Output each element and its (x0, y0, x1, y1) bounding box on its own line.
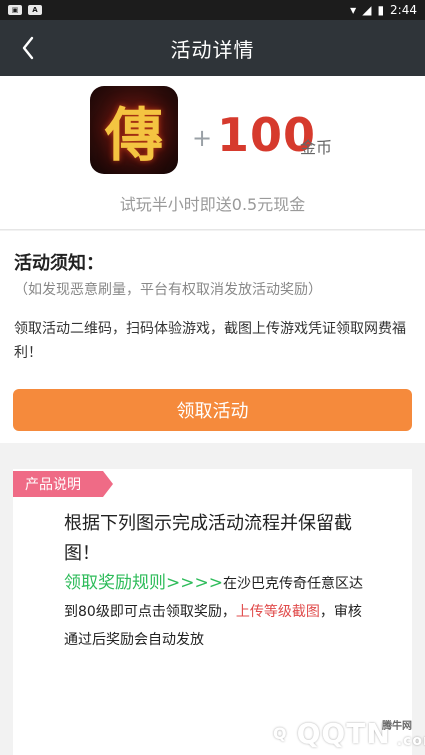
notice-title: 活动须知： (14, 253, 104, 274)
product-paragraph-1: 根据下列图示完成活动流程并保留截图！ (64, 513, 352, 564)
upload-level-screenshot-link[interactable]: 上传等级截图 (236, 604, 320, 620)
status-a-icon: A (28, 5, 42, 15)
battery-icon: ▮ (377, 3, 385, 17)
status-left: ▣ A (8, 5, 42, 15)
status-app-icon: ▣ (8, 5, 22, 15)
wifi-icon: ▾ (350, 3, 357, 17)
chevron-left-icon (22, 36, 34, 60)
watermark-domain: .com (396, 733, 425, 749)
reward-rules-link[interactable]: 领取奖励规则>>>> (64, 573, 223, 593)
watermark-logo-icon: Q (270, 717, 291, 750)
product-paragraph-2: 领取奖励规则>>>>在沙巴克传奇任意区达到80级即可点击领取奖励，上传等级截图，… (64, 569, 374, 654)
notice-description: 领取活动二维码，扫码体验游戏，截图上传游戏凭证领取网费福利！ (14, 321, 406, 361)
page-title: 活动详情 (170, 37, 255, 62)
reward-panel: 傳 + 100 金币 试玩半小时即送0.5元现金 (0, 76, 425, 230)
status-right: ▾ ◢ ▮ 2:44 (350, 3, 417, 17)
activity-notice-panel: 活动须知： （如发现恶意刷量，平台有权取消发放活动奖励） 领取活动二维码，扫码体… (0, 231, 425, 443)
reward-unit: 金币 (300, 138, 333, 157)
signal-icon: ◢ (362, 3, 372, 17)
product-tag: 产品说明 (13, 471, 123, 497)
status-time: 2:44 (390, 3, 417, 17)
watermark-text: QQTN (296, 717, 391, 750)
reward-subtitle: 试玩半小时即送0.5元现金 (119, 195, 306, 214)
plus-sign: + (192, 124, 213, 152)
notice-warning: （如发现恶意刷量，平台有权取消发放活动奖励） (14, 282, 322, 298)
app-header: 活动详情 (0, 20, 425, 76)
back-button[interactable] (14, 32, 42, 64)
claim-activity-button[interactable]: 领取活动 (13, 389, 412, 431)
status-bar: ▣ A ▾ ◢ ▮ 2:44 (0, 0, 425, 20)
watermark-small: 腾牛网 (382, 721, 412, 732)
product-tag-label: 产品说明 (25, 477, 81, 493)
game-icon: 傳 (90, 86, 178, 174)
game-icon-emblem: 傳 (104, 101, 163, 169)
